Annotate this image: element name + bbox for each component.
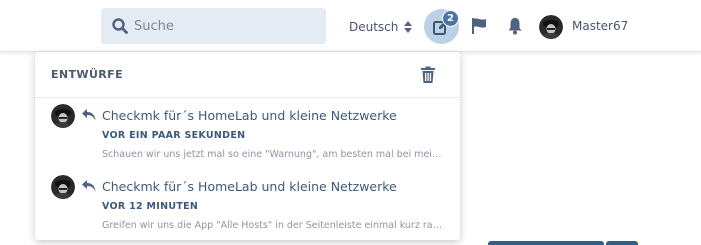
search-icon (112, 18, 128, 34)
draft-excerpt: Greifen wir uns die App "Alle Hosts" in … (102, 220, 447, 231)
language-selector[interactable]: Deutsch (349, 18, 413, 36)
drafts-header: ENTWÜRFE (35, 52, 460, 98)
reply-icon (82, 109, 96, 121)
drafts-dropdown: ENTWÜRFE Checkmk für´s HomeLab und klein… (35, 52, 460, 240)
username[interactable]: Master67 (572, 19, 628, 33)
trash-icon[interactable] (420, 66, 436, 84)
user-avatar[interactable] (539, 15, 563, 39)
reply-icon (82, 180, 96, 192)
draft-item[interactable]: Checkmk für´s HomeLab und kleine Netzwer… (35, 170, 460, 240)
flag-icon[interactable] (471, 17, 487, 35)
drafts-title: ENTWÜRFE (51, 68, 123, 81)
background-button (606, 241, 638, 245)
draft-title[interactable]: Checkmk für´s HomeLab und kleine Netzwer… (102, 108, 397, 123)
bell-icon[interactable] (507, 17, 523, 35)
draft-timestamp: VOR 12 MINUTEN (102, 201, 199, 212)
header-bar: Deutsch 2 Master67 (0, 0, 701, 52)
draft-excerpt: Schauen wir uns jetzt mal so eine "Warnu… (102, 149, 447, 160)
language-label: Deutsch (349, 20, 399, 34)
draft-title[interactable]: Checkmk für´s HomeLab und kleine Netzwer… (102, 179, 397, 194)
draft-timestamp: VOR EIN PAAR SEKUNDEN (102, 130, 246, 141)
drafts-count-badge: 2 (442, 10, 459, 27)
background-button (488, 241, 604, 245)
avatar (51, 104, 75, 128)
draft-item[interactable]: Checkmk für´s HomeLab und kleine Netzwer… (35, 99, 460, 169)
search-box[interactable] (101, 8, 326, 44)
avatar (51, 175, 75, 199)
search-input[interactable] (134, 8, 320, 44)
sort-caret-icon (404, 21, 413, 33)
